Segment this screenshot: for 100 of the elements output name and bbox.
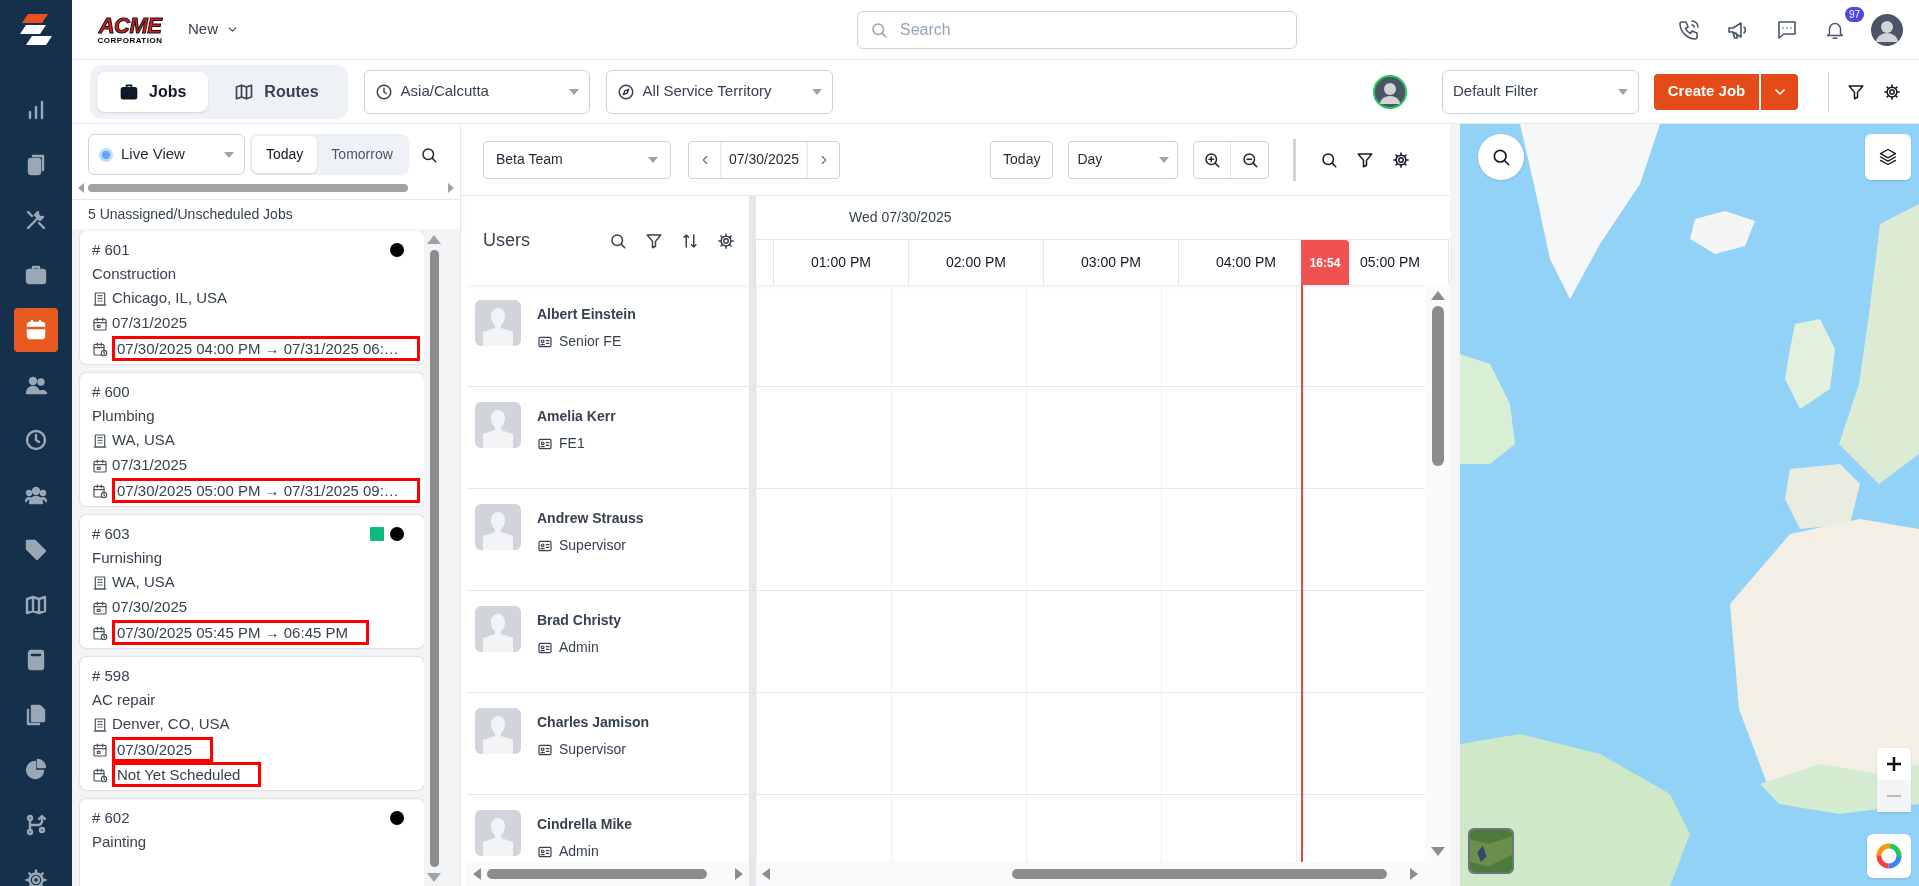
scroll-right-icon: [448, 183, 454, 193]
scroll-down-icon: [1430, 847, 1445, 856]
scrollbar-thumb[interactable]: [429, 250, 439, 867]
scrollbar-thumb[interactable]: [88, 184, 408, 192]
day-tab[interactable]: Today: [252, 136, 318, 173]
new-menu[interactable]: New: [188, 18, 239, 41]
calendar-icon: [92, 599, 108, 616]
caret-icon: [648, 156, 658, 163]
scrollbar-thumb[interactable]: [1012, 869, 1387, 879]
calendar-icon: [92, 315, 108, 332]
caret-icon: [1618, 88, 1628, 95]
job-number: # 601: [92, 239, 130, 260]
user-avatar[interactable]: [1871, 13, 1903, 46]
user-avatar: [475, 810, 521, 856]
job-number: # 598: [92, 665, 130, 686]
timezone-select[interactable]: Asia/Calcutta: [363, 69, 590, 114]
scroll-up-icon: [1430, 291, 1445, 300]
settings-icon[interactable]: [1883, 82, 1901, 101]
hour-label: 04:00 PM: [1216, 253, 1276, 272]
search-icon[interactable]: [419, 145, 438, 164]
layers-icon: [1878, 147, 1898, 167]
user-avatar: [475, 402, 521, 448]
search-icon[interactable]: [609, 231, 627, 250]
caret-icon: [224, 151, 234, 158]
filter-icon[interactable]: [1847, 82, 1865, 101]
app-launcher-button[interactable]: [1867, 834, 1911, 878]
job-address: Chicago, IL, USA: [112, 288, 228, 309]
building-icon: [92, 290, 108, 307]
territory-select[interactable]: All Service Territory: [605, 69, 833, 114]
user-role: Supervisor: [559, 536, 626, 555]
hour-label: 03:00 PM: [1081, 253, 1141, 272]
layers-button[interactable]: [1865, 134, 1911, 180]
job-title: Plumbing: [92, 406, 156, 426]
user-name: Charles Jamison: [537, 713, 650, 732]
hour-label: 01:00 PM: [811, 253, 871, 272]
job-schedule: 07/30/2025 05:00 PM → 07/31/2025 09:…: [112, 478, 420, 503]
scroll-right-icon: [1410, 868, 1418, 880]
user-avatar: [475, 708, 521, 754]
day-tab[interactable]: Tomorrow: [317, 136, 407, 173]
calendar-clock-icon: [92, 624, 108, 641]
scroll-down-icon: [427, 873, 441, 882]
settings-icon: [24, 868, 48, 886]
job-card[interactable]: # 602 Painting: [80, 799, 424, 886]
team-select[interactable]: Beta Team: [483, 140, 671, 179]
today-button[interactable]: Today: [990, 140, 1054, 179]
date-value: 07/30/2025: [728, 150, 801, 169]
create-options-button[interactable]: [1761, 73, 1798, 110]
job-address: WA, USA: [112, 572, 175, 593]
tools-icon: [24, 208, 48, 232]
compass-icon: [616, 82, 635, 101]
day-label: Wed 07/30/2025: [849, 208, 952, 227]
job-date: 07/31/2025: [112, 313, 188, 334]
user-avatar[interactable]: [1373, 74, 1407, 109]
calendar-clock-icon: [92, 340, 108, 357]
filter-icon[interactable]: [1356, 150, 1375, 169]
sidebar-item[interactable]: [14, 308, 58, 352]
live-view-select[interactable]: Live View: [88, 134, 245, 175]
caret-icon: [568, 88, 579, 95]
create-job-button[interactable]: Create Job: [1654, 73, 1759, 110]
job-date: 07/30/2025: [112, 597, 188, 618]
filter-select[interactable]: Default Filter: [1442, 69, 1639, 114]
user-role: Senior FE: [559, 332, 622, 351]
scroll-left-icon: [762, 868, 770, 880]
hour-label: 02:00 PM: [946, 253, 1006, 272]
scrollbar-thumb[interactable]: [487, 869, 707, 879]
jobs-count-label: 5 Unassigned/Unscheduled Jobs: [87, 205, 294, 224]
job-number: # 603: [92, 523, 130, 544]
scrollbar-thumb[interactable]: [1431, 306, 1444, 466]
job-number: # 600: [92, 381, 130, 402]
settings-icon[interactable]: [1392, 150, 1411, 169]
job-schedule: 07/30/2025 04:00 PM → 07/31/2025 06:…: [112, 336, 420, 361]
settings-icon[interactable]: [717, 231, 735, 250]
current-time-badge: 16:54: [1301, 240, 1349, 285]
view-tab[interactable]: Jobs: [97, 71, 209, 112]
phone-icon[interactable]: [1677, 17, 1701, 42]
job-card[interactable]: # 603 Furnishing WA, USA 07/30/2025 07/30/2025 05:45 PM → 06:45 PM: [80, 515, 424, 648]
files-icon: [24, 703, 48, 727]
scroll-up-icon: [427, 235, 441, 244]
filter-icon[interactable]: [645, 231, 663, 250]
notification-badge: 97: [1845, 6, 1865, 22]
plus-icon: [1887, 757, 1901, 771]
scroll-left-icon: [473, 868, 481, 880]
search-field[interactable]: Search: [857, 10, 1297, 49]
job-card[interactable]: # 601 Construction Chicago, IL, USA 07/31/2025 07/30/2025 04:00 PM → 07/31/2025 06:…: [80, 231, 424, 364]
job-title: Furnishing: [92, 548, 164, 568]
calendar-icon: [92, 741, 108, 758]
satellite-toggle[interactable]: [1468, 828, 1514, 874]
building-icon: [92, 574, 108, 591]
view-select[interactable]: Day: [1068, 140, 1179, 179]
view-tab[interactable]: Routes: [212, 71, 341, 112]
user-name: Cindrella Mike: [537, 815, 632, 834]
search-icon[interactable]: [1320, 150, 1339, 169]
live-dot-icon: [99, 147, 113, 162]
clock-icon: [374, 82, 393, 101]
job-card[interactable]: # 598 AC repair Denver, CO, USA 07/30/2025 Not Yet Scheduled: [80, 657, 424, 790]
job-card[interactable]: # 600 Plumbing WA, USA 07/31/2025 07/30/2025 05:00 PM → 07/31/2025 09:…: [80, 373, 424, 506]
user-name: Brad Christy: [537, 611, 622, 630]
sort-icon[interactable]: [681, 231, 699, 250]
user-role: Admin: [559, 638, 599, 657]
logo: ACME CORPORATION: [96, 14, 164, 45]
